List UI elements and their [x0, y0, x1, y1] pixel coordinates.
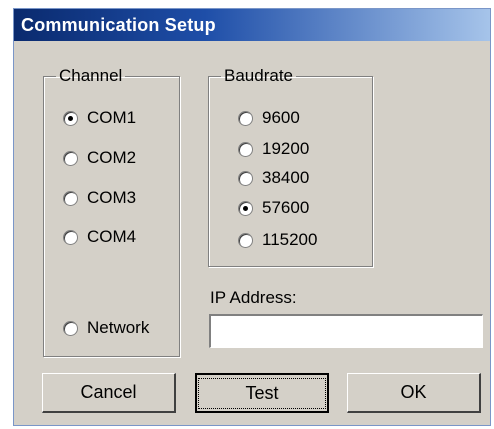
channel-legend: Channel [59, 66, 123, 85]
cancel-button[interactable]: Cancel [42, 373, 176, 413]
ip-address-label: IP Address: [210, 288, 297, 307]
radio-38400[interactable]: 38400 [238, 168, 309, 188]
radio-com1-label: COM1 [87, 108, 137, 127]
radio-com2-circle[interactable] [63, 150, 78, 166]
radio-9600[interactable]: 9600 [238, 108, 300, 128]
ok-button-label: OK [400, 382, 427, 402]
baudrate-legend: Baudrate [224, 66, 293, 85]
radio-38400-circle[interactable] [238, 170, 253, 186]
test-button-label: Test [198, 377, 326, 409]
radio-com2[interactable]: COM2 [63, 148, 136, 168]
radio-9600-circle[interactable] [238, 110, 253, 126]
radio-115200-label: 115200 [262, 230, 318, 249]
communication-setup-dialog: Communication Setup Channel COM1 COM2 CO… [13, 8, 491, 426]
radio-com2-label: COM2 [87, 148, 137, 167]
radio-38400-label: 38400 [262, 168, 310, 187]
ip-address-input[interactable] [209, 314, 483, 348]
radio-network-circle[interactable] [63, 320, 78, 336]
ok-button[interactable]: OK [347, 373, 481, 413]
radio-network[interactable]: Network [63, 318, 149, 338]
radio-19200[interactable]: 19200 [238, 139, 309, 159]
test-button[interactable]: Test [195, 373, 329, 413]
radio-com3[interactable]: COM3 [63, 188, 136, 208]
radio-9600-label: 9600 [262, 108, 300, 127]
radio-com4-label: COM4 [87, 227, 137, 246]
radio-com3-circle[interactable] [63, 190, 78, 206]
radio-57600[interactable]: 57600 [238, 198, 309, 218]
radio-115200-circle[interactable] [238, 232, 253, 248]
radio-network-label: Network [87, 318, 150, 337]
radio-19200-label: 19200 [262, 139, 310, 158]
radio-57600-label: 57600 [262, 198, 310, 217]
radio-com3-label: COM3 [87, 188, 137, 207]
title-bar: Communication Setup [14, 9, 490, 41]
radio-com4[interactable]: COM4 [63, 227, 136, 247]
radio-115200[interactable]: 115200 [238, 230, 317, 250]
window-title: Communication Setup [21, 15, 216, 35]
radio-com1-circle[interactable] [63, 110, 78, 126]
radio-19200-circle[interactable] [238, 141, 253, 157]
radio-com1[interactable]: COM1 [63, 108, 136, 128]
radio-com4-circle[interactable] [63, 229, 78, 245]
radio-57600-circle[interactable] [238, 200, 253, 216]
cancel-button-label: Cancel [80, 382, 137, 402]
